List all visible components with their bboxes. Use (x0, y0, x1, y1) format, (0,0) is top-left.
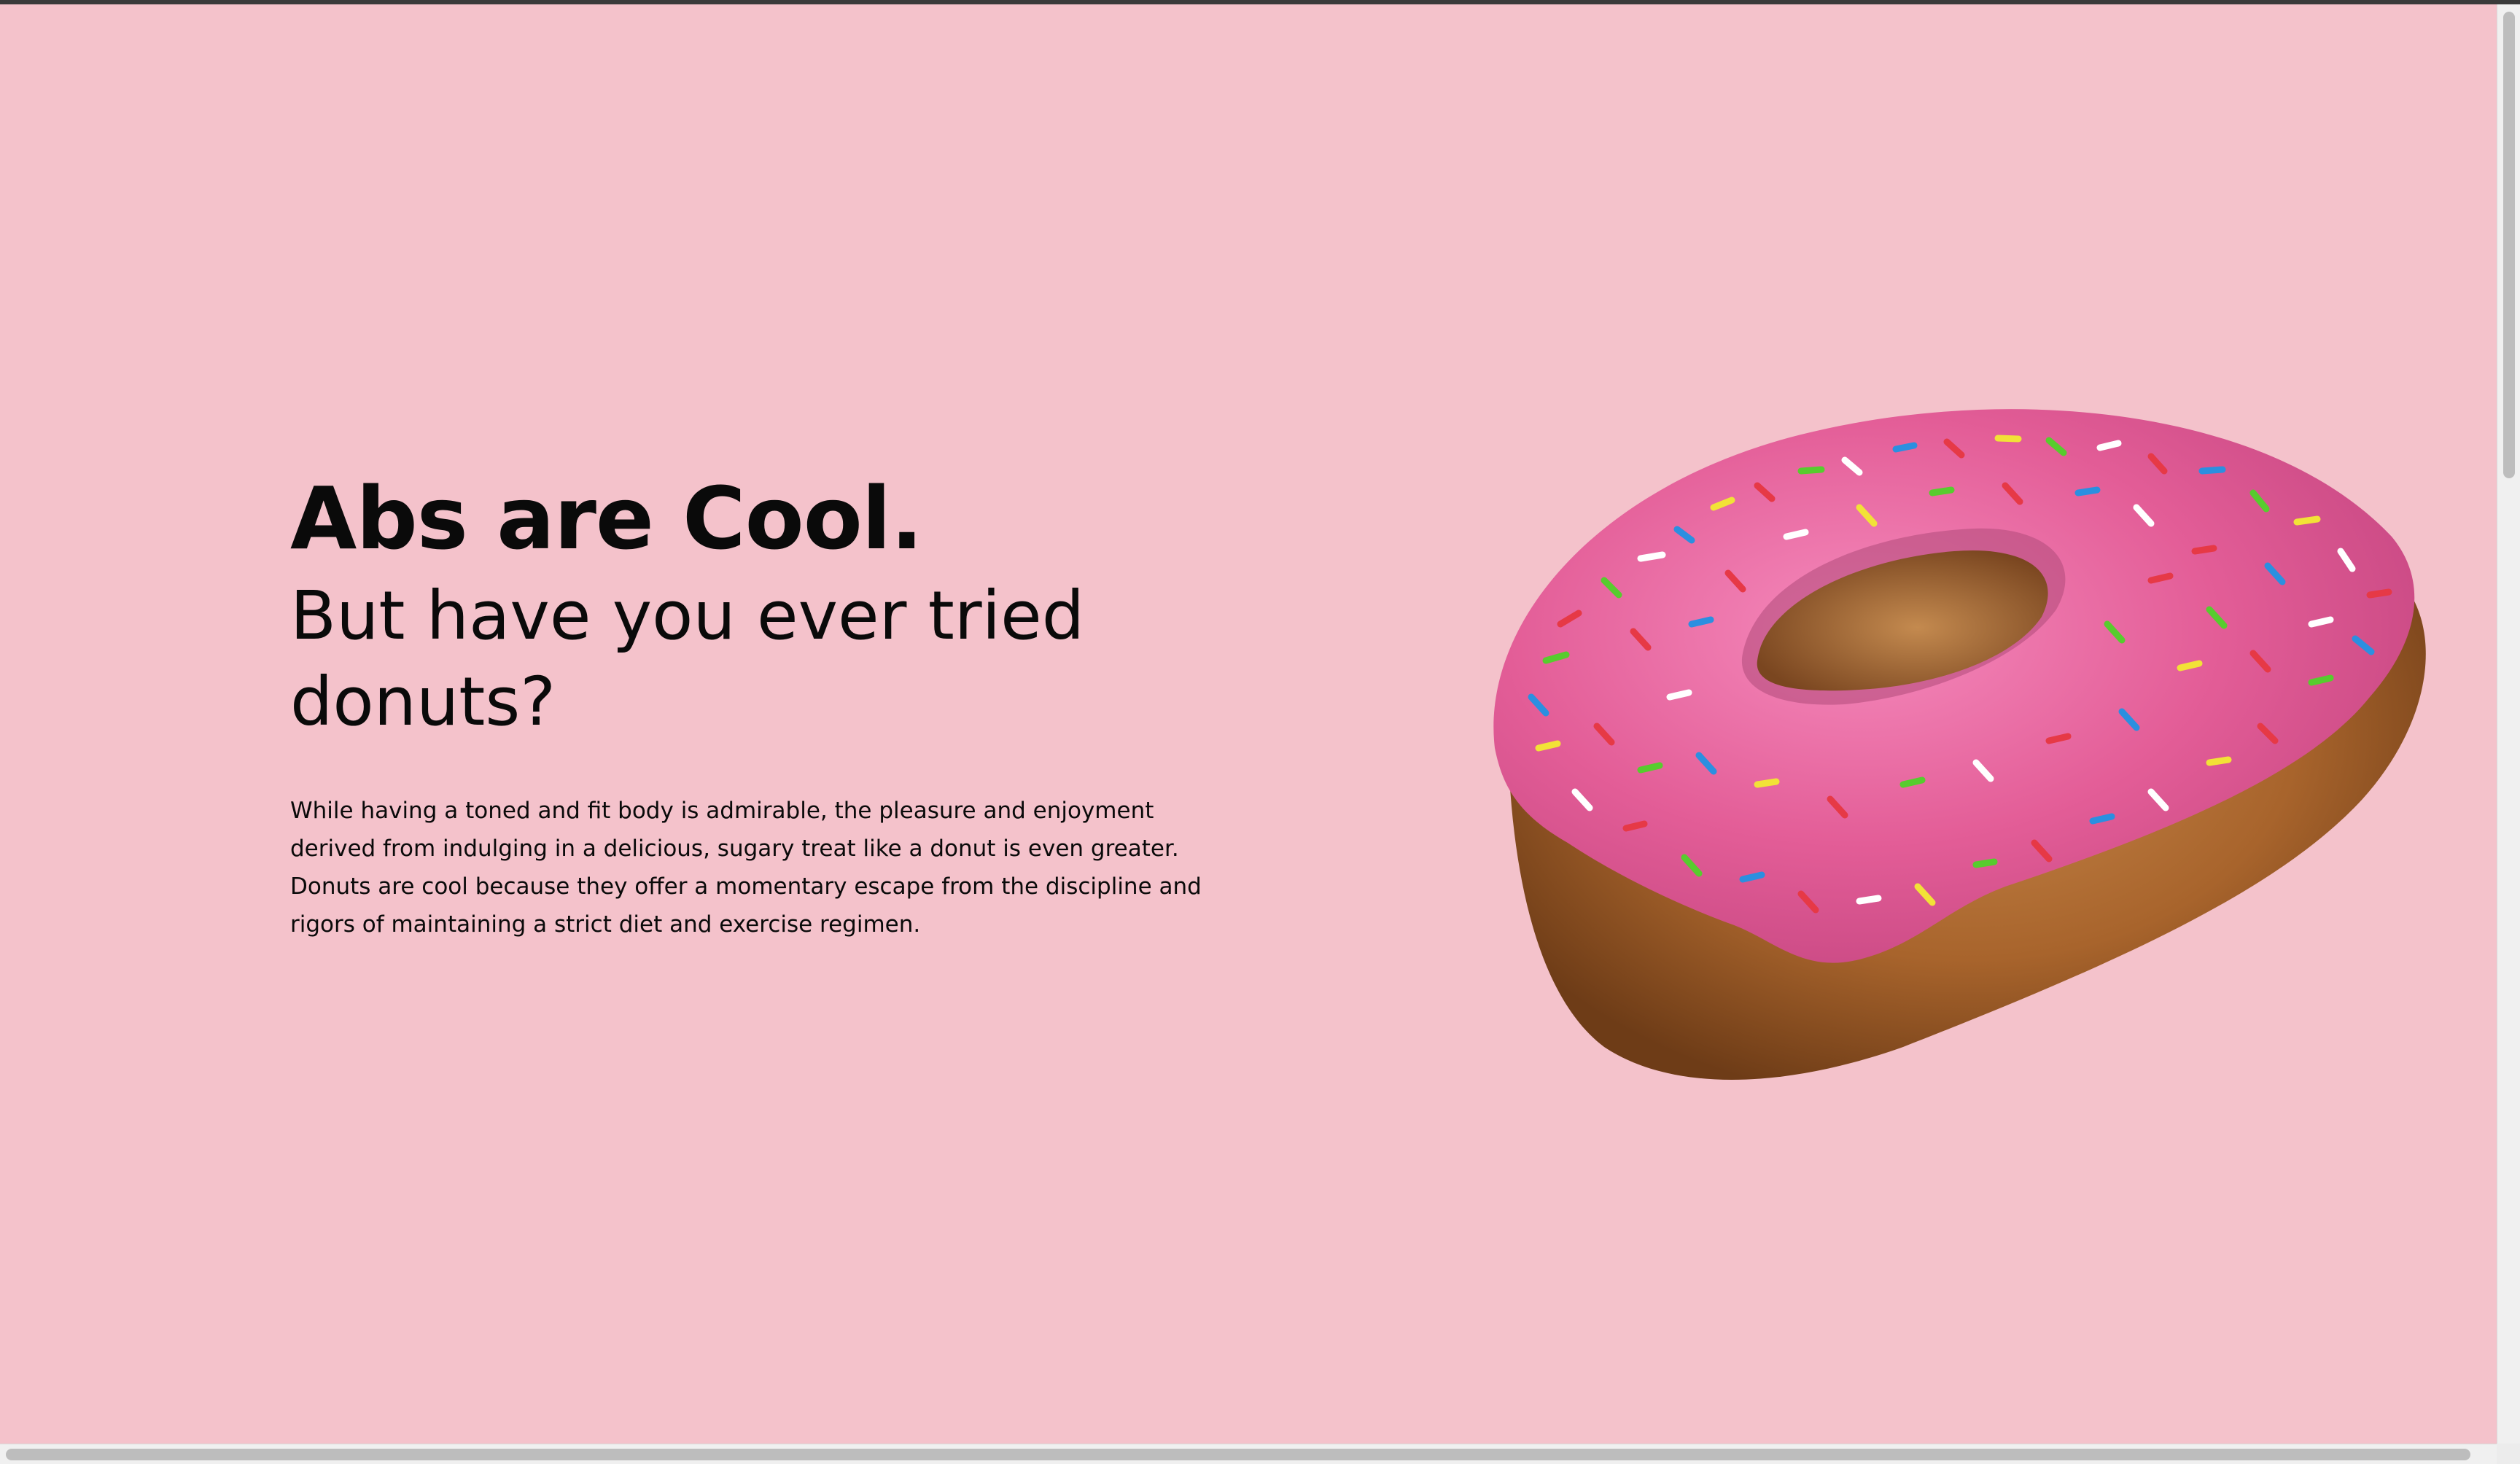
donut-icing (1493, 409, 2415, 963)
scrollbar-corner (2497, 1444, 2520, 1464)
hero-body: While having a toned and fit body is adm… (290, 792, 1245, 943)
hero-body-paragraph: While having a toned and fit body is adm… (290, 798, 1179, 862)
hero-section: Abs are Cool. But have you ever tried do… (0, 4, 2497, 1444)
hero-headline: Abs are Cool. (290, 468, 923, 569)
hero-subheadline: But have you ever tried donuts? (290, 577, 1085, 741)
vertical-scrollbar-thumb[interactable] (2503, 12, 2515, 478)
donut-illustration (1493, 409, 2426, 1080)
hero-copy: Abs are Cool. But have you ever tried do… (290, 464, 1253, 943)
hero-body-paragraph: Donuts are cool because they offer a mom… (290, 873, 1202, 938)
vertical-scrollbar[interactable] (2497, 4, 2520, 1444)
horizontal-scrollbar[interactable] (0, 1444, 2497, 1464)
horizontal-scrollbar-thumb[interactable] (6, 1449, 2470, 1460)
